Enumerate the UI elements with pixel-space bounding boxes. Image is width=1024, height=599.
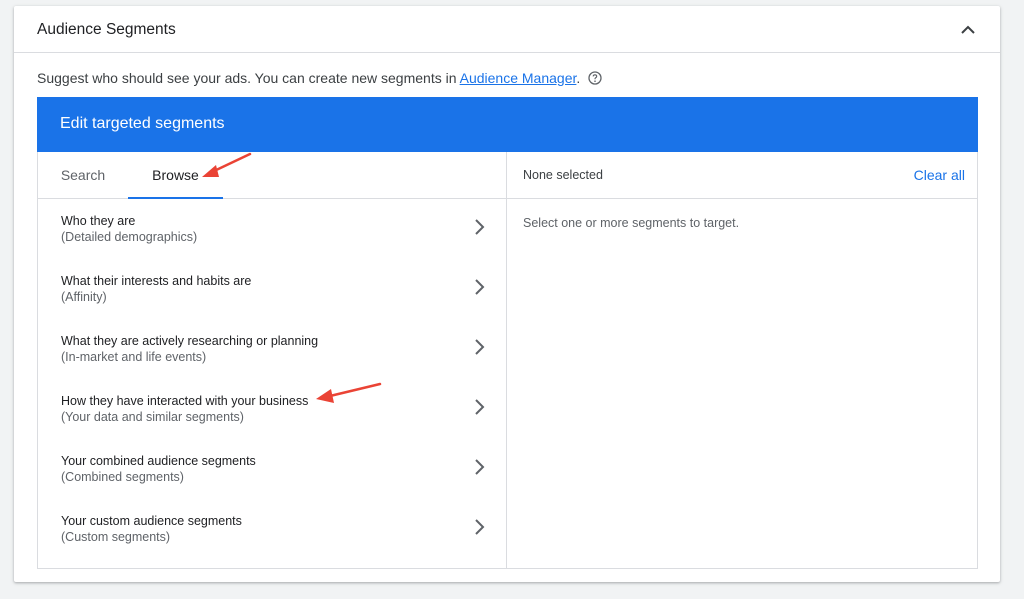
card-header[interactable]: Audience Segments — [14, 6, 1000, 53]
segment-title: Who they are — [61, 214, 136, 228]
help-circle-icon[interactable] — [588, 71, 602, 85]
tab-browse-label: Browse — [152, 167, 199, 183]
segment-editor: Edit targeted segments Search Browse Who… — [37, 97, 978, 569]
tab-browse[interactable]: Browse — [128, 152, 223, 199]
chevron-up-icon — [961, 25, 975, 34]
list-item[interactable]: How they have interacted with your busin… — [38, 379, 506, 439]
list-item[interactable]: Your combined audience segments (Combine… — [38, 439, 506, 499]
browse-pane: Search Browse Who they are (Detailed dem… — [38, 152, 507, 568]
segment-subtitle: (In-market and life events) — [61, 350, 207, 364]
segment-subtitle: (Combined segments) — [61, 470, 184, 484]
tab-bar: Search Browse — [38, 152, 506, 199]
list-item[interactable]: Who they are (Detailed demographics) — [38, 199, 506, 259]
selection-pane: None selected Clear all Select one or mo… — [507, 152, 977, 568]
audience-manager-link[interactable]: Audience Manager — [460, 70, 577, 86]
audience-segments-card: Audience Segments Suggest who should see… — [14, 6, 1000, 582]
segment-subtitle: (Affinity) — [61, 290, 107, 304]
segment-subtitle: (Your data and similar segments) — [61, 410, 244, 424]
suggest-suffix: . — [576, 70, 581, 86]
chevron-right-icon — [475, 459, 485, 475]
segment-subtitle: (Custom segments) — [61, 530, 171, 544]
editor-header: Edit targeted segments — [37, 97, 978, 152]
list-item[interactable]: What their interests and habits are (Aff… — [38, 259, 506, 319]
chevron-right-icon — [475, 399, 485, 415]
segment-subtitle: (Detailed demographics) — [61, 230, 198, 244]
collapse-button[interactable] — [958, 20, 978, 40]
selection-header: None selected Clear all — [507, 152, 977, 199]
segment-title: Your custom audience segments — [61, 514, 242, 528]
editor-title: Edit targeted segments — [60, 115, 225, 132]
selection-status: None selected — [523, 168, 603, 182]
segment-title: What their interests and habits are — [61, 274, 252, 288]
chevron-right-icon — [475, 519, 485, 535]
segment-title: What they are actively researching or pl… — [61, 334, 319, 348]
list-item[interactable]: Your custom audience segments (Custom se… — [38, 499, 506, 559]
chevron-right-icon — [475, 219, 485, 235]
card-title: Audience Segments — [37, 21, 176, 38]
chevron-right-icon — [475, 339, 485, 355]
tab-search[interactable]: Search — [38, 152, 128, 198]
list-item[interactable]: What they are actively researching or pl… — [38, 319, 506, 379]
segment-title: Your combined audience segments — [61, 454, 256, 468]
clear-all-button[interactable]: Clear all — [914, 167, 965, 183]
segment-category-list: Who they are (Detailed demographics) Wha… — [38, 199, 506, 559]
selection-hint: Select one or more segments to target. — [523, 216, 740, 230]
segment-title: How they have interacted with your busin… — [61, 394, 309, 408]
chevron-right-icon — [475, 279, 485, 295]
suggest-prefix: Suggest who should see your ads. You can… — [37, 70, 460, 86]
suggest-text: Suggest who should see your ads. You can… — [37, 70, 602, 86]
